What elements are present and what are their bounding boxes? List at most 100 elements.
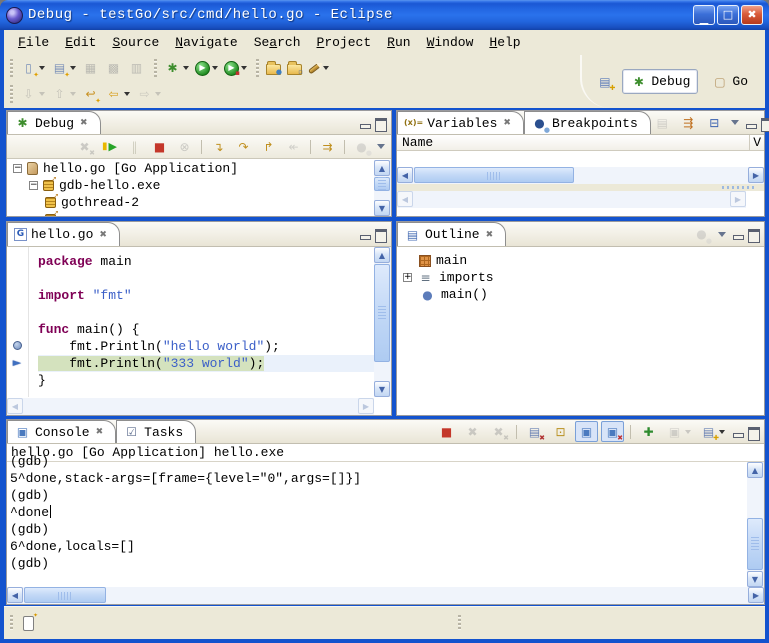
fast-view-icon[interactable] xyxy=(23,616,34,631)
console-output[interactable]: (gdb)5^done,stack-args=[frame={level="0"… xyxy=(10,453,747,587)
menu-item-search[interactable]: Search xyxy=(246,33,309,52)
menu-item-run[interactable]: Run xyxy=(379,33,418,52)
code-line[interactable] xyxy=(38,270,374,287)
tab-debug[interactable]: ✱Debug✖ xyxy=(7,111,101,134)
tab-outline[interactable]: ▤Outline✖ xyxy=(397,222,506,246)
view-maximize-icon[interactable] xyxy=(748,427,759,437)
tab-console[interactable]: ▣Console✖ xyxy=(7,420,116,443)
tab-close-icon[interactable]: ✖ xyxy=(96,427,104,437)
view-menu-icon[interactable] xyxy=(718,232,726,237)
step-over-button[interactable]: ↷ xyxy=(232,136,255,157)
new-item-button[interactable]: ▤✦ xyxy=(48,58,79,79)
view-minimize-icon[interactable] xyxy=(359,229,370,239)
menu-item-source[interactable]: Source xyxy=(104,33,167,52)
menu-item-edit[interactable]: Edit xyxy=(57,33,104,52)
view-maximize-icon[interactable] xyxy=(748,229,759,239)
console-vertical-scrollbar[interactable]: ▲ ▼ xyxy=(747,462,764,587)
code-line[interactable]: func main() { xyxy=(38,321,374,338)
tab-close-icon[interactable]: ✖ xyxy=(503,118,511,128)
tree-expander-icon[interactable]: − xyxy=(13,164,22,173)
search-button[interactable] xyxy=(305,64,332,73)
last-edit-button[interactable]: ↩✦ xyxy=(79,84,102,105)
resume-button[interactable] xyxy=(98,136,121,157)
scroll-lock-button[interactable]: ⊡ xyxy=(549,421,572,442)
view-menu-icon[interactable] xyxy=(731,120,739,125)
instruction-pointer-marker[interactable]: ► xyxy=(10,355,24,369)
toolbar-drag-handle[interactable] xyxy=(256,59,259,77)
menu-item-window[interactable]: Window xyxy=(419,33,482,52)
tab-breakpoints[interactable]: ●●Breakpoints xyxy=(524,111,651,134)
step-return-button[interactable]: ↱ xyxy=(257,136,280,157)
code-line[interactable]: fmt.Println("hello world"); xyxy=(38,338,374,355)
outline-tree-item-main-[interactable]: ●main() xyxy=(397,286,764,303)
view-maximize-icon[interactable] xyxy=(375,118,386,128)
show-logical-structure-button[interactable]: ⇶ xyxy=(677,112,700,133)
outline-tree-item-main[interactable]: main xyxy=(397,252,764,269)
debug-vertical-scrollbar[interactable]: ▲ ▼ xyxy=(374,160,391,216)
run-button[interactable] xyxy=(192,59,221,78)
terminate-button[interactable]: ■ xyxy=(148,136,171,157)
editor-horizontal-scrollbar[interactable]: ◀ ▶ xyxy=(7,398,374,415)
menu-item-navigate[interactable]: Navigate xyxy=(167,33,245,52)
tab-close-icon[interactable]: ✖ xyxy=(99,230,107,240)
value-column-header[interactable]: V xyxy=(749,135,764,150)
editor-vertical-scrollbar[interactable]: ▲ ▼ xyxy=(374,247,391,397)
variables-detail-scrollbar[interactable]: ◀ ▶ xyxy=(397,191,746,208)
variables-horizontal-scrollbar[interactable]: ◀ ▶ xyxy=(397,167,764,184)
new-wizard-button[interactable]: ▯✦ xyxy=(17,58,48,79)
console-horizontal-scrollbar[interactable]: ◀ ▶ xyxy=(7,587,764,604)
variables-sash[interactable] xyxy=(397,184,764,191)
menu-item-help[interactable]: Help xyxy=(481,33,528,52)
perspective-go-button[interactable]: ▢Go xyxy=(704,70,755,93)
code-line[interactable]: package main xyxy=(38,253,374,270)
debug-tree-item-gdb-hello-exe[interactable]: −gdb-hello.exe xyxy=(7,177,374,194)
titlebar[interactable]: Debug - testGo/src/cmd/hello.go - Eclips… xyxy=(0,0,769,30)
debug-tree-item-hello-go-go-application-[interactable]: −hello.go [Go Application] xyxy=(7,160,374,177)
outline-tree-item-imports[interactable]: +≡imports xyxy=(397,269,764,286)
view-maximize-icon[interactable] xyxy=(761,118,769,128)
editor-code-area[interactable]: package main import "fmt" func main() { fm… xyxy=(30,247,374,397)
external-tools-button[interactable]: ▪ xyxy=(221,59,250,78)
code-line[interactable]: fmt.Println("333 world"); xyxy=(38,355,374,372)
open-console-button[interactable]: ▤✚ xyxy=(697,421,728,442)
perspective-debug-button[interactable]: ✱Debug xyxy=(622,69,698,94)
clear-console-button[interactable]: ▤✖ xyxy=(523,421,546,442)
editor-gutter[interactable]: ► xyxy=(7,247,29,397)
open-resource-button[interactable]: ▫ xyxy=(284,59,305,77)
view-minimize-icon[interactable] xyxy=(732,229,743,239)
pin-console-button[interactable]: ✚ xyxy=(637,421,660,442)
show-stderr-button[interactable]: ▣✖ xyxy=(601,421,624,442)
collapse-all-button[interactable]: ⊟ xyxy=(703,112,726,133)
debug-tree-item[interactable] xyxy=(7,211,374,216)
debug-view-menu-icon[interactable] xyxy=(377,144,385,149)
code-line[interactable] xyxy=(38,304,374,321)
view-minimize-icon[interactable] xyxy=(732,427,743,437)
show-stdout-button[interactable]: ▣ xyxy=(575,421,598,442)
menu-item-file[interactable]: File xyxy=(10,33,57,52)
maximize-button[interactable]: □ xyxy=(717,5,739,25)
code-line[interactable]: import "fmt" xyxy=(38,287,374,304)
view-maximize-icon[interactable] xyxy=(375,229,386,239)
debug-tree-item-gothread-2[interactable]: gothread-2 xyxy=(7,194,374,211)
step-filters-button[interactable]: ⇉ xyxy=(316,136,339,157)
tab-variables[interactable]: (x)=Variables✖ xyxy=(397,111,524,134)
step-into-button[interactable]: ↴ xyxy=(207,136,230,157)
tree-expander-icon[interactable]: − xyxy=(29,181,38,190)
tab-tasks[interactable]: ☑Tasks xyxy=(116,420,196,443)
open-type-button[interactable]: ● xyxy=(263,59,284,77)
minimize-button[interactable]: ▁ xyxy=(693,5,715,25)
tab-hello-go[interactable]: Ghello.go✖ xyxy=(7,222,120,246)
tree-expander-icon[interactable]: + xyxy=(403,273,412,282)
open-perspective-button[interactable]: ▤✚ xyxy=(593,71,616,92)
tab-close-icon[interactable]: ✖ xyxy=(80,118,88,128)
menu-item-project[interactable]: Project xyxy=(309,33,380,52)
toolbar-drag-handle[interactable] xyxy=(10,59,13,77)
back-button[interactable]: ⇦ xyxy=(102,84,133,105)
debug-bug-button[interactable]: ✱ xyxy=(161,58,192,79)
code-line[interactable]: } xyxy=(38,372,374,389)
close-button[interactable]: ✖ xyxy=(741,5,763,25)
view-minimize-icon[interactable] xyxy=(359,118,370,128)
toolbar-drag-handle[interactable] xyxy=(154,59,157,77)
toolbar-drag-handle[interactable] xyxy=(10,85,13,103)
name-column-header[interactable]: Name xyxy=(397,135,433,150)
